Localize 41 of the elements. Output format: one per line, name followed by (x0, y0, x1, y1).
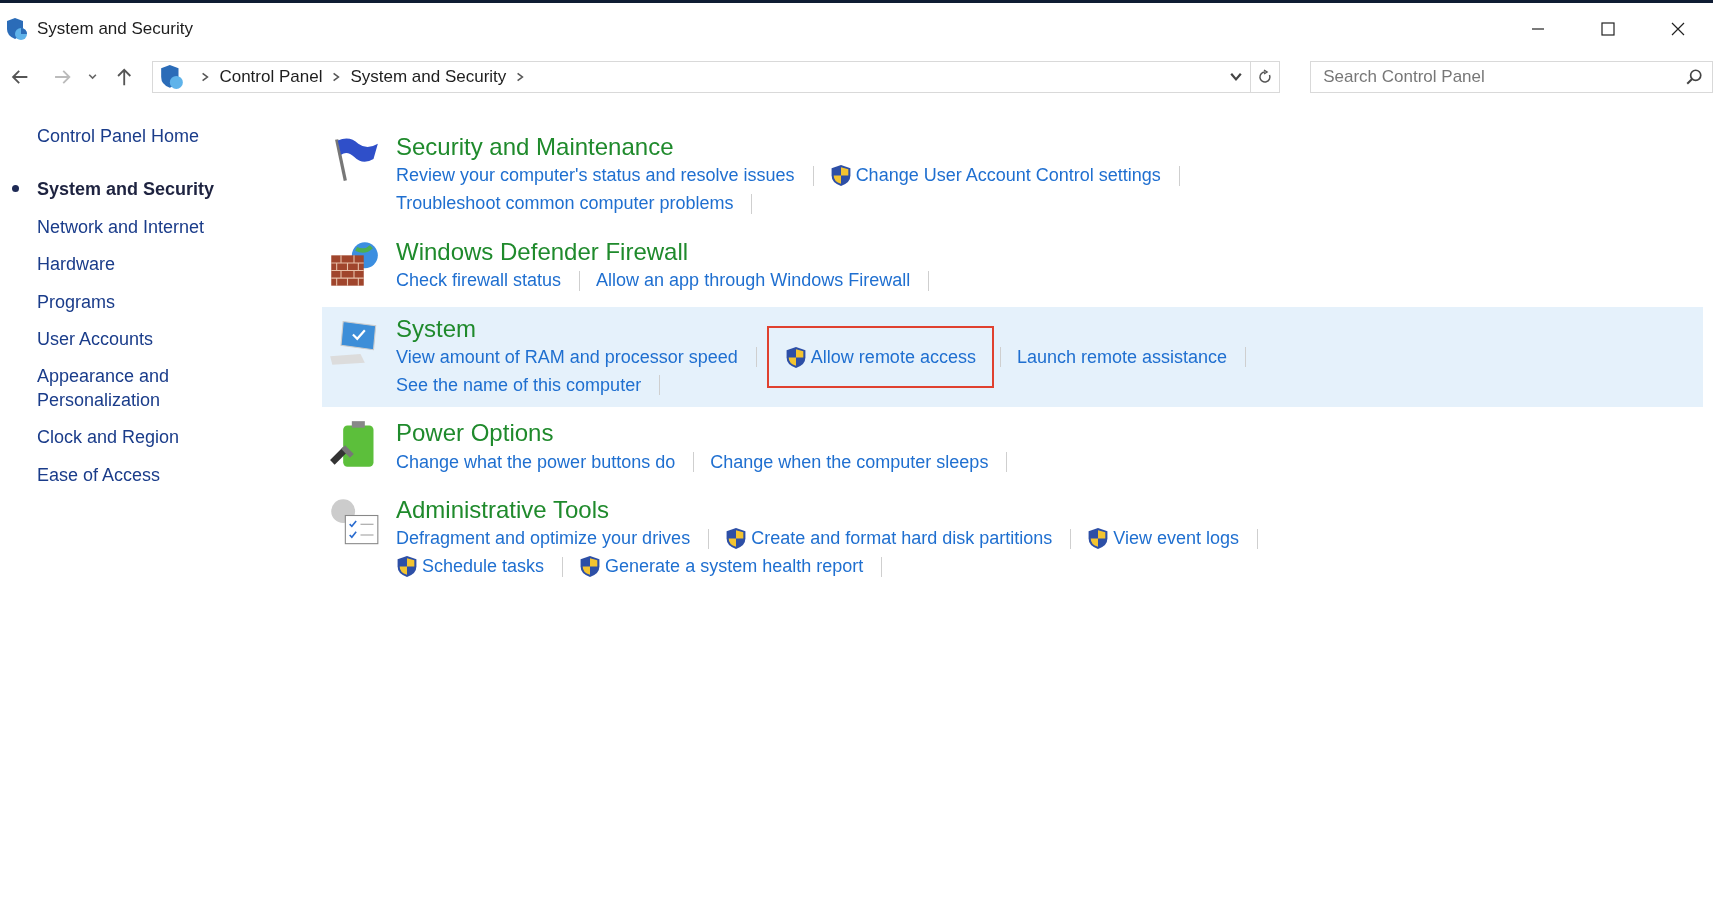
task-link[interactable]: Create and format hard disk partitions (719, 525, 1059, 553)
task-link[interactable]: Change when the computer sleeps (704, 448, 995, 477)
task-link[interactable]: Defragment and optimize your drives (390, 525, 697, 553)
sidebar-item[interactable]: Hardware (37, 253, 237, 277)
task-link[interactable]: See the name of this computer (390, 371, 648, 400)
task-link[interactable]: View event logs (1081, 525, 1246, 553)
task-link[interactable]: Review your computer's status and resolve issues (390, 161, 801, 190)
category-title[interactable]: Power Options (396, 419, 1024, 449)
search-field[interactable]: Search Control Panel (1310, 61, 1713, 93)
category-title[interactable]: Windows Defender Firewall (396, 237, 946, 267)
task-link[interactable]: Check firewall status (390, 266, 568, 295)
task-link[interactable]: View amount of RAM and processor speed (390, 343, 744, 372)
task-link[interactable]: Schedule tasks (390, 553, 551, 581)
breadcrumb[interactable]: Control Panel (219, 67, 323, 87)
task-link[interactable]: Troubleshoot common computer problems (390, 189, 740, 218)
task-link[interactable]: Launch remote assistance (1010, 343, 1234, 372)
sidebar-item[interactable]: Network and Internet (37, 215, 237, 240)
sidebar-item[interactable]: Ease of Access (37, 463, 237, 487)
breadcrumb[interactable]: System and Security (350, 67, 507, 87)
sidebar-item[interactable]: Clock and Region (37, 426, 237, 450)
maximize-icon (1600, 21, 1616, 37)
search-icon[interactable] (1685, 68, 1703, 86)
task-link[interactable]: Generate a system health report (573, 553, 870, 581)
close-icon (1670, 21, 1686, 37)
sidebar-item[interactable]: Control Panel Home (37, 125, 237, 149)
task-link[interactable]: Change what the power buttons do (390, 448, 682, 477)
category-title[interactable]: Security and Maintenance (396, 133, 1196, 162)
address-bar[interactable]: Control Panel System and Security (152, 61, 1281, 93)
sidebar-item[interactable]: User Accounts (37, 327, 237, 352)
sidebar-item[interactable]: Programs (37, 290, 237, 314)
control-panel-icon (159, 64, 186, 90)
sidebar-item[interactable]: Appearance and Personalization (37, 365, 237, 413)
category-title[interactable]: Administrative Tools (396, 496, 1275, 525)
window-title: System and Security (37, 19, 193, 39)
control-panel-icon (5, 17, 29, 41)
task-link[interactable]: Allow an app through Windows Firewall (590, 266, 917, 295)
task-link[interactable]: Change User Account Control settings (823, 161, 1167, 190)
refresh-icon[interactable] (1257, 69, 1274, 85)
task-link[interactable]: Allow remote access (766, 326, 994, 389)
minimize-icon (1530, 28, 1546, 30)
sidebar-item[interactable]: System and Security (37, 178, 237, 202)
